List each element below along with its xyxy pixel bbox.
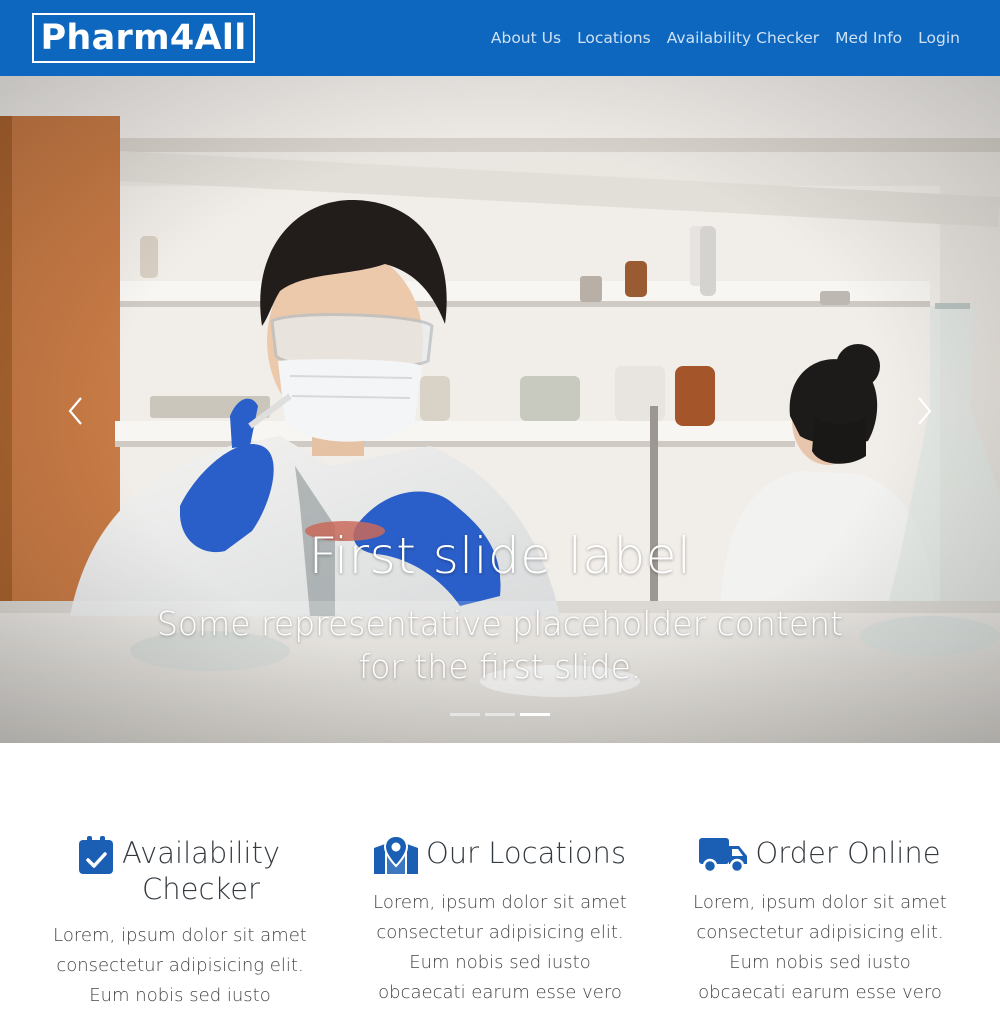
carousel-indicator-2[interactable] <box>485 713 515 716</box>
nav-link-about-us[interactable]: About Us <box>491 29 561 47</box>
map-location-icon <box>373 836 418 874</box>
feature-description: Lorem, ipsum dolor sit amet consectetur … <box>53 925 307 1006</box>
chevron-left-icon <box>68 397 82 425</box>
top-navbar: Pharm4All About Us Locations Availabilit… <box>0 0 1000 76</box>
carousel-next-button[interactable] <box>895 376 955 446</box>
feature-title: Availability Checker <box>121 836 281 906</box>
slide-caption-text: Some representative placeholder content … <box>156 604 844 686</box>
feature-our-locations: Our Locations Lorem, ipsum dolor sit ame… <box>340 835 660 1008</box>
feature-title: Order Online <box>755 836 941 870</box>
truck-icon <box>699 838 748 874</box>
feature-description: Lorem, ipsum dolor sit amet consectetur … <box>693 892 947 1003</box>
calendar-check-icon <box>79 836 113 874</box>
feature-description: Lorem, ipsum dolor sit amet consectetur … <box>373 892 627 1003</box>
carousel-indicator-3[interactable] <box>520 713 550 716</box>
nav-link-locations[interactable]: Locations <box>577 29 651 47</box>
feature-availability-checker: Availability Checker Lorem, ipsum dolor … <box>20 835 340 1011</box>
nav-link-med-info[interactable]: Med Info <box>835 29 902 47</box>
feature-title: Our Locations <box>425 836 627 870</box>
nav-links: About Us Locations Availability Checker … <box>475 0 960 76</box>
slide-caption-title: First slide label <box>308 527 692 585</box>
brand-logo[interactable]: Pharm4All <box>32 13 255 63</box>
hero-carousel: First slide label Some representative pl… <box>0 76 1000 743</box>
carousel-prev-button[interactable] <box>45 376 105 446</box>
carousel-indicators <box>0 713 1000 719</box>
nav-link-login[interactable]: Login <box>918 29 960 47</box>
nav-link-availability-checker[interactable]: Availability Checker <box>667 29 819 47</box>
carousel-indicator-1[interactable] <box>450 713 480 716</box>
chevron-right-icon <box>918 397 932 425</box>
feature-order-online: Order Online Lorem, ipsum dolor sit amet… <box>660 835 980 1008</box>
